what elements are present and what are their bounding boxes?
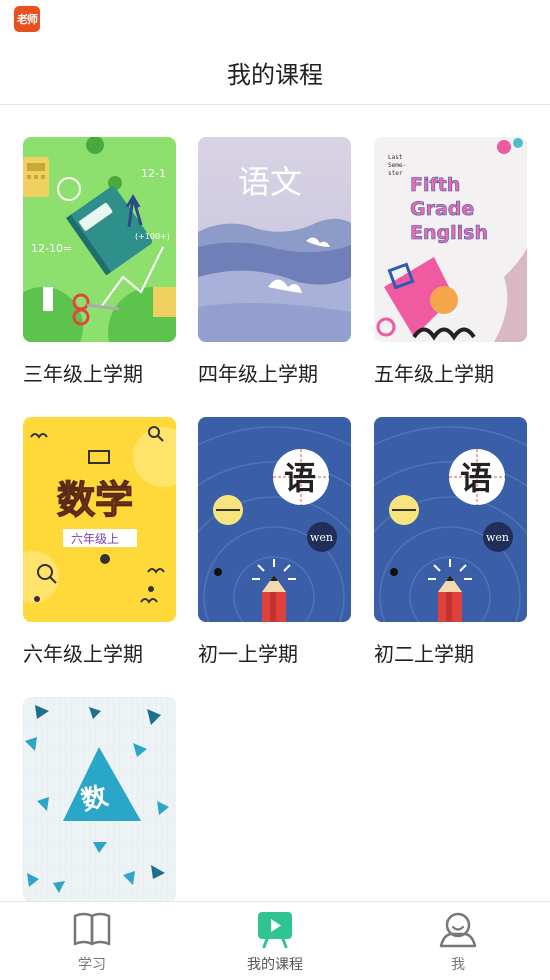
cover-pinyin: wen	[486, 531, 509, 544]
course-card-grade6[interactable]: 数学 六年级上 六年级上学期	[23, 417, 176, 667]
svg-text:12-10=: 12-10=	[31, 242, 72, 255]
tab-my-courses[interactable]: 我的课程	[215, 902, 335, 980]
cover-line-2: Grade	[410, 198, 474, 220]
course-grid: 12-1 12-10= (+100+) 三年级上学期 语文 四年级上学期 Las…	[0, 105, 550, 901]
cover-small-3: ster	[388, 170, 403, 177]
chinese-pencil-cover-icon[interactable]: 语 wen	[198, 417, 351, 622]
status-bar: 老师	[0, 0, 550, 40]
cover-pinyin: wen	[310, 531, 333, 544]
tab-me[interactable]: 我	[398, 902, 518, 980]
course-title[interactable]: 五年级上学期	[374, 358, 527, 387]
course-card-grade3[interactable]: 12-1 12-10= (+100+) 三年级上学期	[23, 137, 176, 387]
cover-title-chinese: 语文	[238, 163, 302, 201]
math-triangle-cover-icon[interactable]: 数	[23, 697, 176, 901]
tab-label: 我	[451, 957, 465, 973]
book-icon	[73, 912, 111, 946]
app-badge-icon: 老师	[14, 6, 40, 32]
course-card-grade5[interactable]: Last Seme- ster Fifth Grade English 五年级上…	[374, 137, 527, 387]
math-yellow-cover-icon[interactable]: 数学 六年级上	[23, 417, 176, 622]
cover-subtitle: 六年级上	[71, 532, 119, 546]
course-card-grade4[interactable]: 语文 四年级上学期	[198, 137, 351, 387]
tab-bar: 学习 我的课程 我	[0, 901, 550, 980]
chinese-cranes-cover-icon[interactable]: 语文	[198, 137, 351, 342]
person-icon	[439, 912, 477, 948]
tab-label: 我的课程	[247, 957, 303, 973]
cover-small-1: Last	[388, 154, 403, 161]
tab-label: 学习	[78, 957, 106, 973]
cover-line-3: English	[410, 222, 488, 244]
chinese-pencil-cover-icon[interactable]: 语 wen	[374, 417, 527, 622]
course-title[interactable]: 三年级上学期	[23, 358, 176, 387]
play-board-icon	[258, 912, 292, 948]
cover-char: 语	[460, 459, 492, 497]
cover-small-2: Seme-	[388, 162, 406, 169]
cover-title-math: 数学	[57, 478, 133, 522]
course-title[interactable]: 初二上学期	[374, 638, 527, 667]
course-title[interactable]: 四年级上学期	[198, 358, 351, 387]
cover-line-1: Fifth	[410, 174, 460, 196]
svg-text:12-1: 12-1	[141, 167, 166, 180]
english-cover-icon[interactable]: Last Seme- ster Fifth Grade English	[374, 137, 527, 342]
page-title: 我的课程	[227, 60, 323, 89]
tab-study[interactable]: 学习	[32, 902, 152, 980]
course-card-junior1[interactable]: 语 wen 初一上学期	[198, 417, 351, 667]
course-card-junior2[interactable]: 语 wen 初二上学期	[374, 417, 527, 667]
svg-text:(+100+): (+100+)	[135, 232, 170, 241]
cover-char: 语	[284, 459, 316, 497]
course-title[interactable]: 初一上学期	[198, 638, 351, 667]
math-supplies-cover-icon[interactable]: 12-1 12-10= (+100+)	[23, 137, 176, 342]
course-title[interactable]: 六年级上学期	[23, 638, 176, 667]
header: 我的课程	[0, 40, 550, 105]
course-card-math-triangle[interactable]: 数	[23, 697, 176, 901]
